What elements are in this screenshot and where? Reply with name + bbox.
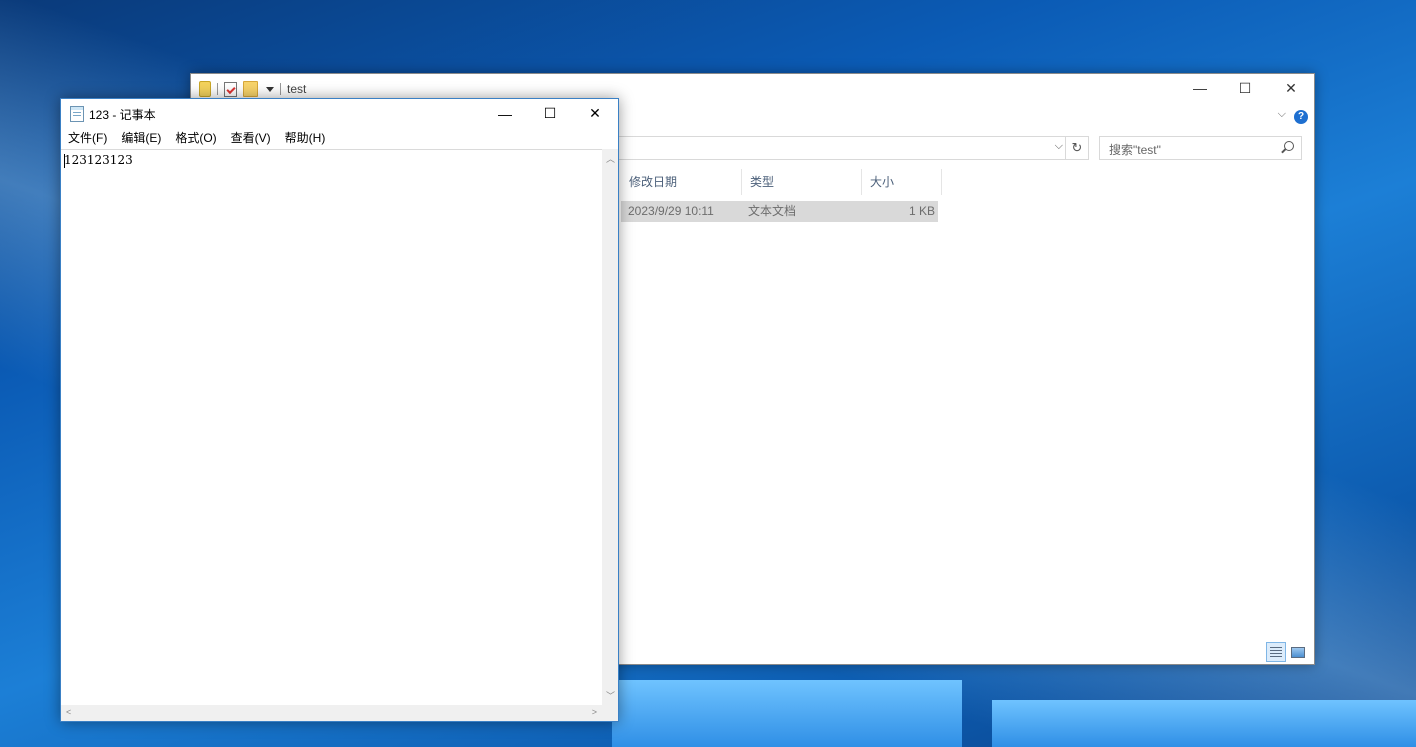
text-content: 123123123	[64, 153, 133, 167]
search-placeholder: 搜索"test"	[1109, 143, 1161, 157]
checklist-icon[interactable]	[224, 81, 237, 97]
notepad-title: 123 - 记事本	[89, 108, 156, 122]
properties-icon[interactable]	[199, 81, 211, 101]
menu-format[interactable]: 格式(O)	[168, 128, 223, 148]
menu-edit[interactable]: 编辑(E)	[114, 128, 168, 148]
column-size[interactable]: 大小	[862, 169, 942, 195]
maximize-button[interactable]: ☐	[1222, 74, 1268, 102]
scroll-left-icon[interactable]: <	[66, 707, 71, 717]
maximize-button[interactable]: ☐	[527, 99, 573, 128]
notepad-titlebar[interactable]: 123 - 记事本 — ☐ ✕	[61, 99, 618, 128]
details-view-button[interactable]	[1266, 642, 1286, 662]
help-icon[interactable]: ?	[1294, 110, 1308, 124]
scroll-up-icon[interactable]: ︿	[606, 152, 615, 165]
divider	[280, 83, 281, 95]
address-bar[interactable]: ⌵	[551, 136, 1066, 160]
details-view-icon	[1270, 647, 1282, 657]
text-caret	[64, 154, 65, 168]
chevron-down-icon[interactable]: ⌵	[1278, 108, 1286, 121]
file-type: 文本文档	[748, 204, 797, 218]
close-button[interactable]: ✕	[572, 99, 618, 128]
scroll-right-icon[interactable]: >	[592, 707, 597, 717]
notepad-window[interactable]: 123 - 记事本 — ☐ ✕ 文件(F) 编辑(E) 格式(O) 查看(V) …	[60, 98, 619, 722]
file-date: 2023/9/29 10:11	[628, 204, 714, 218]
refresh-button[interactable]: ↻	[1065, 136, 1089, 160]
text-area[interactable]: 123123123	[61, 149, 602, 706]
file-row[interactable]: 2023/9/29 10:11 文本文档 1 KB	[621, 201, 938, 222]
horizontal-scrollbar[interactable]: < >	[61, 705, 602, 721]
menu-bar: 文件(F) 编辑(E) 格式(O) 查看(V) 帮助(H)	[61, 128, 332, 148]
minimize-button[interactable]: —	[1177, 74, 1223, 102]
explorer-title: test	[287, 82, 307, 96]
resize-grip[interactable]	[602, 705, 618, 721]
chevron-down-icon[interactable]: ⌵	[1055, 140, 1063, 153]
menu-help[interactable]: 帮助(H)	[278, 128, 333, 148]
scroll-down-icon[interactable]: ﹀	[606, 689, 615, 702]
notepad-icon	[70, 106, 84, 122]
close-button[interactable]: ✕	[1268, 74, 1314, 102]
minimize-button[interactable]: —	[482, 99, 528, 128]
column-type[interactable]: 类型	[742, 169, 862, 195]
wallpaper-tile	[992, 700, 1416, 747]
search-icon[interactable]	[1284, 141, 1294, 151]
menu-view[interactable]: 查看(V)	[224, 128, 278, 148]
divider	[217, 83, 218, 95]
wallpaper-tile	[612, 680, 962, 747]
quick-access-toolbar: test	[199, 80, 307, 101]
large-icons-view-button[interactable]	[1288, 642, 1308, 662]
column-date[interactable]: 修改日期	[621, 169, 742, 195]
chevron-down-icon[interactable]	[266, 86, 274, 92]
search-input[interactable]: 搜索"test"	[1099, 136, 1302, 160]
file-size: 1 KB	[908, 204, 935, 218]
menu-file[interactable]: 文件(F)	[61, 128, 114, 148]
large-icons-icon	[1291, 646, 1305, 658]
vertical-scrollbar[interactable]: ︿ ﹀	[602, 149, 618, 705]
new-folder-icon[interactable]	[243, 81, 258, 97]
